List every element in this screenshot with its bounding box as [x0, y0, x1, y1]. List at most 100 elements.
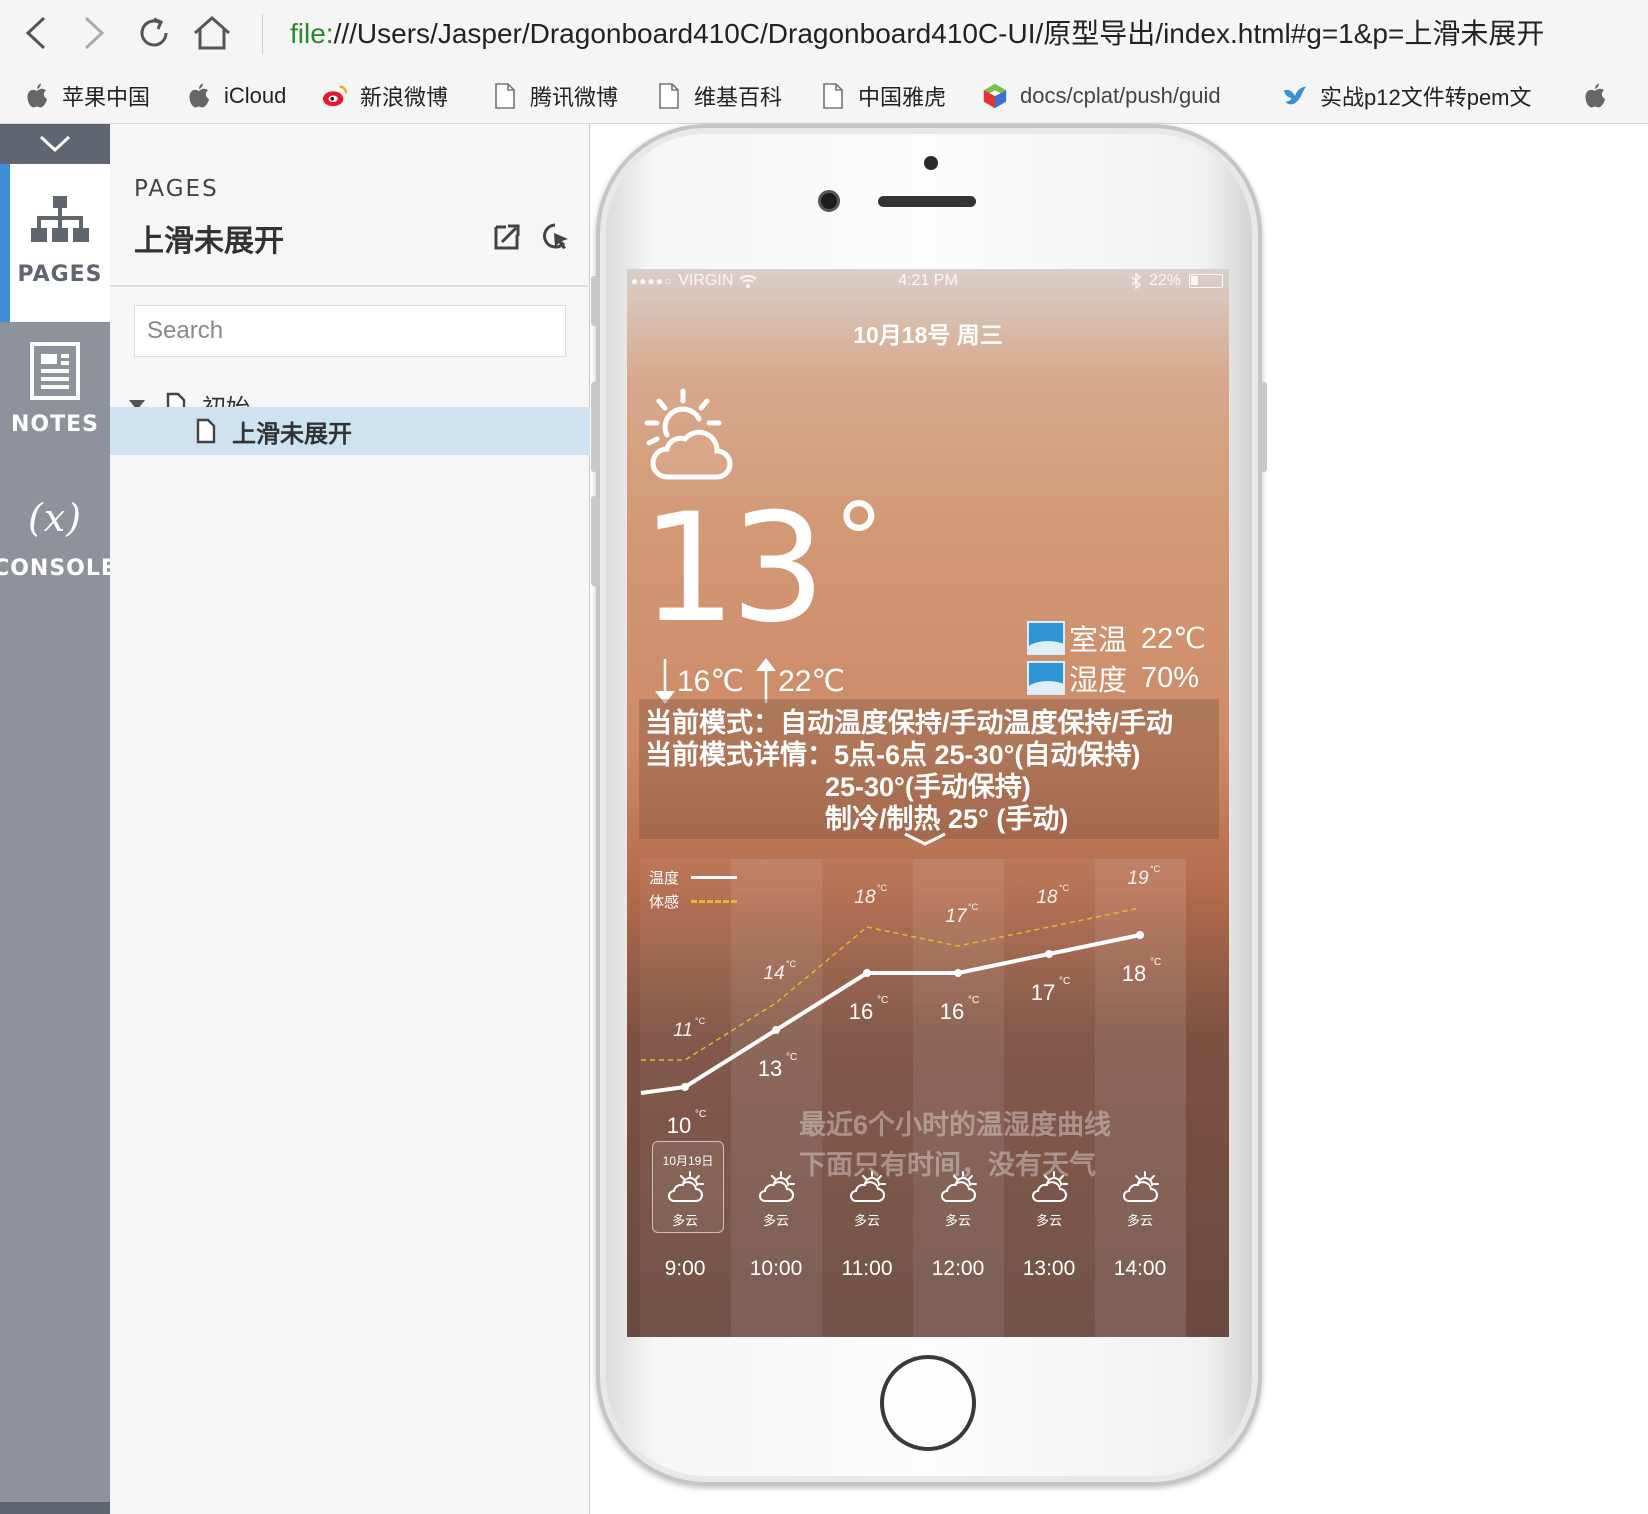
back-icon[interactable]: [14, 10, 58, 56]
bookmark-item[interactable]: 中国雅虎: [820, 76, 946, 116]
chevron-down-icon[interactable]: [901, 831, 949, 847]
bookmark-item[interactable]: 新浪微博: [322, 76, 448, 116]
hour-item[interactable]: 多云 9:00: [640, 1171, 730, 1281]
rail-footer: [0, 1502, 110, 1514]
search-input[interactable]: [134, 305, 566, 357]
apple-icon: [1582, 82, 1608, 110]
hour-condition: 多云: [671, 1213, 698, 1228]
feel-unit: °C: [968, 902, 979, 912]
page-title: 上滑未展开: [134, 225, 284, 258]
image-icon: [1027, 661, 1065, 695]
temp-unit: °C: [968, 995, 979, 1006]
feel-label: 14: [763, 963, 784, 984]
pointer-icon[interactable]: [539, 220, 571, 252]
date-label: 10月18号 周三: [853, 322, 1003, 348]
sitemap-icon: [31, 196, 89, 242]
volume-up-button: [591, 382, 599, 472]
home-icon[interactable]: [190, 10, 234, 56]
tab-console[interactable]: (x) CONSOLE: [0, 496, 116, 656]
hour-condition: 多云: [853, 1213, 880, 1228]
temp-label: 13: [758, 1056, 782, 1081]
temp-label: 17: [1031, 980, 1055, 1005]
partly-cloudy-icon: [941, 1171, 977, 1202]
hour-condition: 多云: [944, 1213, 971, 1228]
bookmark-item[interactable]: 实战p12文件转pem文: [1282, 76, 1532, 116]
feel-unit: °C: [695, 1016, 706, 1026]
bookmark-item[interactable]: 维基百科: [656, 76, 782, 116]
chevron-down-icon: [39, 135, 71, 153]
forward-icon[interactable]: [72, 10, 116, 56]
bookmark-item[interactable]: iCloud: [186, 76, 286, 116]
temp-label: 18: [1122, 961, 1146, 986]
degree-symbol: °: [833, 481, 884, 598]
indoor-label: 湿度: [1069, 665, 1128, 697]
bookmark-item[interactable]: docs/cplat/push/guid: [982, 76, 1221, 116]
bookmark-item[interactable]: 苹果中国: [24, 76, 150, 116]
tree-item-label: 上滑未展开: [232, 420, 352, 448]
down-arrow-icon: [655, 659, 675, 704]
address-bar[interactable]: file:///Users/Jasper/Dragonboard410C/Dra…: [290, 14, 1544, 54]
tab-pages[interactable]: PAGES: [0, 164, 110, 322]
hour-item[interactable]: 多云 14:00: [1095, 1171, 1185, 1281]
proximity-sensor: [924, 156, 938, 170]
temp-unit: °C: [1150, 957, 1161, 968]
bookmark-overflow[interactable]: [1582, 76, 1620, 116]
current-temperature: 13 °: [641, 481, 884, 661]
temp-point: [863, 969, 871, 977]
indoor-temperature: 室温 22℃: [1027, 617, 1206, 659]
hour-time: 13:00: [1022, 1257, 1076, 1280]
hour-item[interactable]: 多云 13:00: [1004, 1171, 1094, 1281]
temp-unit: °C: [786, 1052, 797, 1063]
variable-icon: (x): [27, 496, 83, 540]
bookmark-label: 新浪微博: [360, 85, 449, 110]
panel-divider: [110, 285, 590, 287]
tab-notes-label: NOTES: [11, 412, 99, 437]
hour-item[interactable]: 多云 11:00: [822, 1171, 912, 1281]
status-bar: ●●●●○ VIRGIN 4:21 PM 22%: [627, 269, 1229, 295]
bookmark-label: 苹果中国: [62, 85, 151, 110]
page-icon: [196, 418, 216, 444]
mute-switch: [591, 276, 599, 326]
feel-label: 19: [1127, 868, 1149, 889]
bookmark-item[interactable]: 腾讯微博: [492, 76, 618, 116]
bookmark-label: 中国雅虎: [858, 85, 947, 110]
apple-icon: [186, 82, 212, 110]
tree-item-selected[interactable]: 上滑未展开: [110, 407, 590, 455]
temp-label: 16: [849, 999, 873, 1024]
apple-icon: [24, 82, 50, 110]
temp-point: [1136, 931, 1144, 939]
hour-time: 14:00: [1113, 1257, 1167, 1280]
image-icon: [1027, 621, 1065, 655]
hour-condition: 多云: [762, 1213, 789, 1228]
indoor-value: 22℃: [1141, 622, 1206, 655]
hourly-chart: 温度 体感 最近6个小时的温湿度曲线 下面只有时间，没有天气 10月19日 10…: [627, 859, 1229, 1337]
tab-notes[interactable]: NOTES: [0, 342, 110, 502]
earpiece-speaker: [878, 196, 976, 207]
temp-label: 10: [667, 1113, 691, 1138]
hour-item[interactable]: 多云 12:00: [913, 1171, 1003, 1281]
bookmark-label: 实战p12文件转pem文: [1320, 85, 1532, 110]
tab-pages-label: PAGES: [17, 262, 103, 287]
page-icon: [656, 82, 682, 110]
partly-cloudy-icon: [668, 1171, 704, 1202]
front-camera: [818, 190, 840, 212]
home-button[interactable]: [880, 1355, 976, 1451]
low-temperature: 16℃: [677, 664, 745, 698]
cube-icon: [982, 82, 1008, 110]
temp-unit: °C: [695, 1109, 706, 1120]
high-temperature: 22℃: [778, 664, 846, 698]
temp-label: 16: [940, 999, 964, 1024]
tab-console-label: CONSOLE: [0, 556, 117, 581]
partly-cloudy-icon: [644, 388, 733, 480]
collapse-button[interactable]: [0, 124, 110, 164]
temp-point: [1045, 950, 1053, 958]
hour-condition: 多云: [1035, 1213, 1062, 1228]
reload-icon[interactable]: [132, 10, 176, 56]
hour-item[interactable]: 多云 10:00: [731, 1171, 821, 1281]
bookmarks-bar: 苹果中国 iCloud 新浪微博 腾讯微博 维基百科 中国雅虎 docs/cpl…: [0, 68, 1648, 124]
partly-cloudy-icon: [850, 1171, 886, 1202]
temp-point: [681, 1083, 689, 1091]
up-arrow-icon: [756, 658, 777, 703]
series-line-temp: [640, 933, 1141, 1095]
export-icon[interactable]: [491, 220, 523, 252]
